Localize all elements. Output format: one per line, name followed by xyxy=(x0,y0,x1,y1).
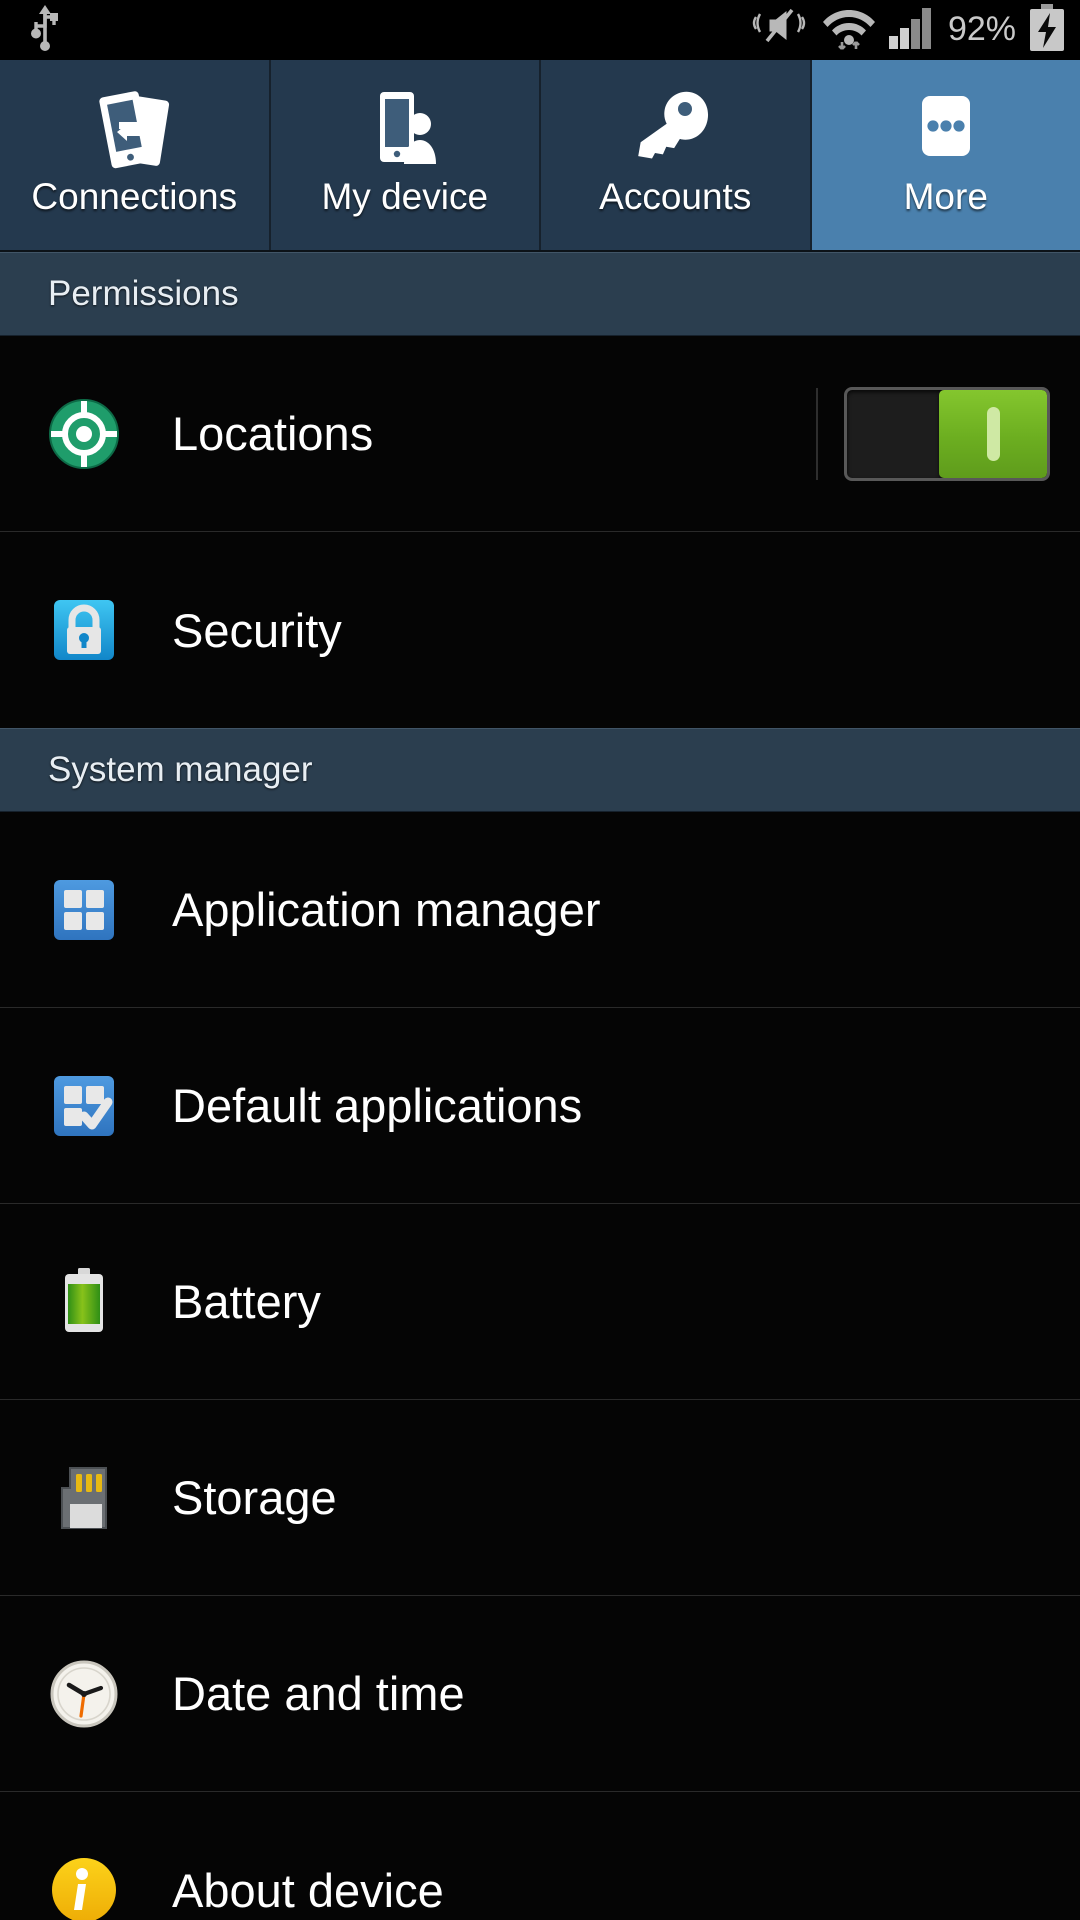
security-lock-icon xyxy=(48,594,120,666)
storage-sdcard-icon xyxy=(48,1462,120,1534)
section-header-permissions: Permissions xyxy=(0,252,1080,336)
list-item-locations[interactable]: Locations xyxy=(0,336,1080,532)
list-item-battery[interactable]: Battery xyxy=(0,1204,1080,1400)
accounts-key-icon xyxy=(632,86,718,170)
wifi-icon xyxy=(822,4,876,57)
section-label-permissions: Permissions xyxy=(48,274,239,313)
locations-row-control xyxy=(816,336,1080,531)
tab-label-my-device: My device xyxy=(321,176,489,217)
tab-label-connections: Connections xyxy=(31,176,238,217)
locations-toggle-switch[interactable] xyxy=(844,386,1050,481)
tab-label-more: More xyxy=(903,176,988,217)
list-item-label-application-manager: Application manager xyxy=(172,883,601,936)
toggle-thumb xyxy=(939,389,1047,478)
tab-connections[interactable]: Connections xyxy=(0,60,271,250)
more-dots-icon xyxy=(903,86,989,170)
tab-label-accounts: Accounts xyxy=(599,176,752,217)
list-item-security[interactable]: Security xyxy=(0,532,1080,728)
status-bar: 92% xyxy=(0,0,1080,60)
section-header-system-manager: System manager xyxy=(0,728,1080,812)
my-device-icon xyxy=(362,86,448,170)
list-item-label-storage: Storage xyxy=(172,1471,337,1524)
list-system-manager: Application manager Default applications xyxy=(0,812,1080,1920)
divider-vertical xyxy=(816,387,818,480)
tab-my-device[interactable]: My device xyxy=(270,60,541,250)
tab-accounts[interactable]: Accounts xyxy=(541,60,812,250)
list-item-application-manager[interactable]: Application manager xyxy=(0,812,1080,1008)
tab-more[interactable]: More xyxy=(811,60,1080,250)
list-item-label-about-device: About device xyxy=(172,1863,444,1917)
connections-icon xyxy=(91,86,177,170)
about-info-icon xyxy=(48,1854,120,1920)
signal-icon xyxy=(888,6,936,55)
clock-icon xyxy=(48,1658,120,1730)
list-item-default-applications[interactable]: Default applications xyxy=(0,1008,1080,1204)
toggle-thumb-grip xyxy=(986,406,1000,461)
list-permissions: Locations Security xyxy=(0,336,1080,728)
list-item-label-date-and-time: Date and time xyxy=(172,1667,465,1720)
list-item-storage[interactable]: Storage xyxy=(0,1400,1080,1596)
section-label-system-manager: System manager xyxy=(48,750,313,789)
list-item-label-locations: Locations xyxy=(172,407,374,460)
list-item-label-battery: Battery xyxy=(172,1275,321,1328)
battery-icon xyxy=(48,1266,120,1338)
application-manager-icon xyxy=(48,874,120,946)
usb-icon xyxy=(30,4,60,56)
list-item-about-device[interactable]: About device xyxy=(0,1792,1080,1920)
status-bar-right-icons: 92% xyxy=(752,3,1066,57)
settings-tab-bar: Connections My device Accounts More xyxy=(0,60,1080,252)
mute-vibrate-icon xyxy=(752,5,810,56)
list-item-label-security: Security xyxy=(172,603,342,657)
status-bar-left-icons xyxy=(30,4,60,56)
list-item-date-and-time[interactable]: Date and time xyxy=(0,1596,1080,1792)
battery-charging-icon xyxy=(1028,3,1066,57)
locations-crosshair-icon xyxy=(48,398,120,470)
battery-percent-label: 92% xyxy=(947,9,1016,48)
default-applications-icon xyxy=(48,1070,120,1142)
list-item-label-default-applications: Default applications xyxy=(172,1079,583,1132)
